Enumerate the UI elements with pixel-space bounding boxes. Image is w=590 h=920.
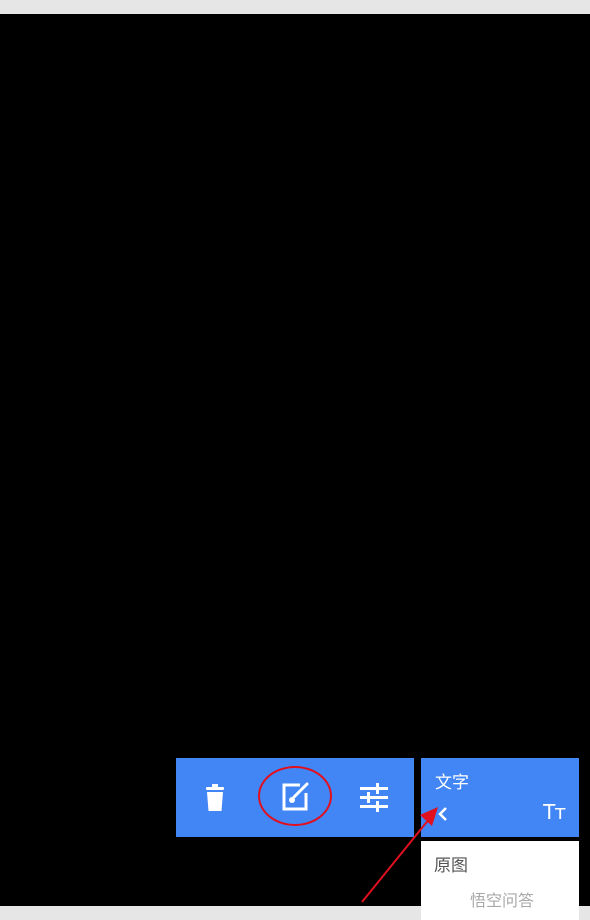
top-border bbox=[0, 0, 590, 14]
font-size-icon: Tт bbox=[543, 800, 566, 824]
font-size-button[interactable]: Tт bbox=[543, 800, 566, 824]
delete-button[interactable] bbox=[193, 776, 237, 820]
trash-icon bbox=[206, 784, 224, 811]
back-button[interactable] bbox=[433, 802, 453, 826]
edit-toolbar bbox=[176, 758, 414, 837]
text-panel-title: 文字 bbox=[435, 773, 469, 793]
sliders-icon bbox=[360, 783, 388, 812]
chevron-left-icon bbox=[438, 807, 447, 821]
adjust-button[interactable] bbox=[352, 776, 396, 820]
watermark-text: 悟空问答 bbox=[470, 891, 535, 910]
text-panel: 文字 Tт bbox=[421, 758, 579, 837]
annotation-circle bbox=[258, 766, 332, 826]
watermark: 悟空问答 bbox=[470, 887, 534, 911]
original-label: 原图 bbox=[434, 856, 468, 876]
